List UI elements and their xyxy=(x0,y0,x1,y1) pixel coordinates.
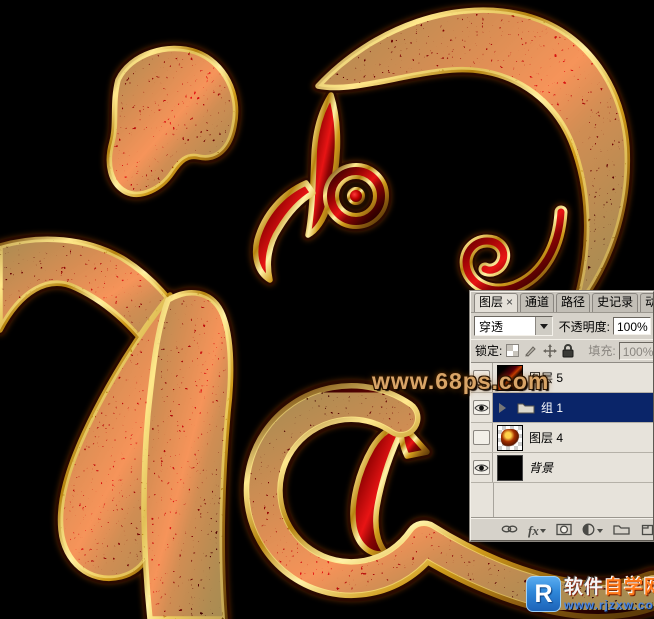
expand-triangle-icon[interactable] xyxy=(499,403,511,413)
background-thumbnail xyxy=(497,455,523,481)
logo-url: www.rjzxw.com xyxy=(564,599,654,611)
group-folder-icon xyxy=(517,401,535,414)
link-layers-icon[interactable] xyxy=(501,523,518,535)
lock-label: 锁定: xyxy=(475,342,502,359)
layer-name: 图层 4 xyxy=(529,429,563,446)
fill-label: 填充: xyxy=(588,342,615,359)
fill-input[interactable]: 100% xyxy=(619,342,654,360)
adjustment-layer-icon[interactable] xyxy=(582,522,603,536)
blend-mode-row: 穿透 不透明度: 100% xyxy=(471,313,653,339)
tab-layers-label: 图层 xyxy=(479,295,503,309)
lock-row: 锁定: 填充: 100% xyxy=(471,339,653,363)
watermark-text: www.68ps.com xyxy=(372,368,549,395)
tab-layers[interactable]: 图层× xyxy=(474,293,518,312)
logo-brand: 软件自学网 xyxy=(564,578,654,597)
layer-name: 背景 xyxy=(529,459,553,476)
layer-row-group1[interactable]: 组 1 xyxy=(471,393,653,423)
layer-name: 组 1 xyxy=(541,399,563,416)
eye-icon xyxy=(474,463,489,473)
opacity-label: 不透明度: xyxy=(559,318,610,335)
layer-style-icon[interactable]: fx xyxy=(528,523,546,536)
lock-transparency-icon[interactable] xyxy=(506,344,519,357)
photoshop-canvas-screenshot: www.68ps.com 图层× 通道 路径 史记录 动作 穿透 不透明度: 1… xyxy=(0,0,654,619)
close-icon[interactable]: × xyxy=(506,295,513,309)
layer4-thumbnail xyxy=(497,425,523,451)
lock-all-icon[interactable] xyxy=(562,344,574,358)
eye-icon xyxy=(474,403,489,413)
panel-bottom-bar: fx xyxy=(471,517,653,540)
lock-paint-icon[interactable] xyxy=(524,344,538,357)
tab-paths[interactable]: 路径 xyxy=(556,293,590,312)
layer-mask-icon[interactable] xyxy=(556,523,572,536)
layers-panel: 图层× 通道 路径 史记录 动作 穿透 不透明度: 100% 锁定: 填充: xyxy=(470,291,654,541)
visibility-toggle[interactable] xyxy=(471,423,493,452)
visibility-toggle[interactable] xyxy=(471,453,493,482)
blend-mode-select[interactable]: 穿透 xyxy=(474,316,553,336)
new-layer-icon[interactable] xyxy=(640,523,654,536)
logo-icon: R xyxy=(526,576,561,612)
new-group-icon[interactable] xyxy=(613,523,630,535)
visibility-toggle[interactable] xyxy=(471,393,493,422)
logo-brand-part1: 软件 xyxy=(564,577,604,598)
blend-mode-value: 穿透 xyxy=(475,318,535,335)
chevron-down-icon[interactable] xyxy=(535,317,552,335)
logo-brand-part2: 自学网 xyxy=(604,577,654,598)
layer-row-background[interactable]: 背景 xyxy=(471,453,653,483)
tab-channels[interactable]: 通道 xyxy=(520,293,554,312)
opacity-input[interactable]: 100% xyxy=(613,317,651,335)
panel-tabbar: 图层× 通道 路径 史记录 动作 xyxy=(471,292,653,313)
layer-row-layer4[interactable]: 图层 4 xyxy=(471,423,653,453)
tab-actions[interactable]: 动作 xyxy=(640,293,653,312)
lock-position-icon[interactable] xyxy=(543,344,557,358)
tab-history[interactable]: 史记录 xyxy=(592,293,638,312)
site-logo: R 软件自学网 www.rjzxw.com xyxy=(526,576,654,612)
